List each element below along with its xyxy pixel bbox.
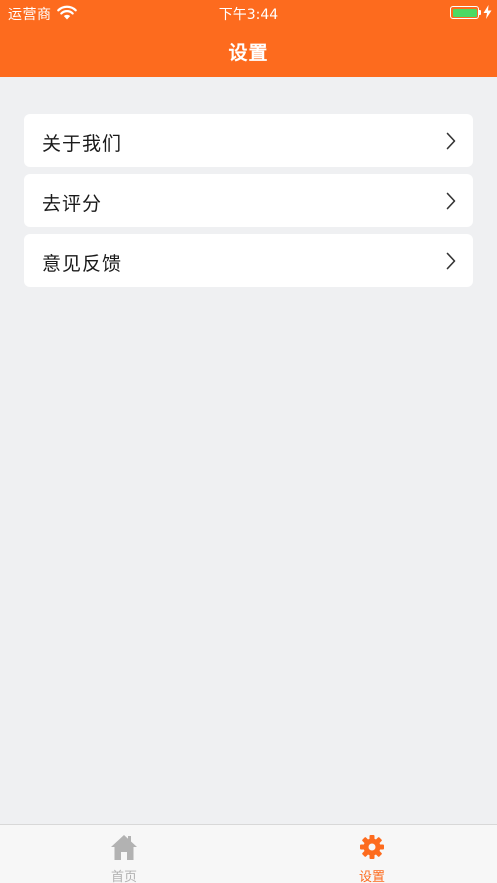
chevron-right-icon [446, 192, 456, 210]
battery-icon [450, 6, 479, 19]
battery-nub [479, 10, 481, 15]
tab-bar: 首页 设置 [0, 824, 497, 883]
chevron-right-icon [446, 132, 456, 150]
settings-screen: 运营商 下午3:44 设置 关于我们 去评分 意见反馈 首页 设置 [0, 0, 497, 883]
tab-home[interactable]: 首页 [0, 825, 248, 883]
battery-level [452, 8, 477, 17]
menu-item-label: 去评分 [42, 193, 103, 215]
tab-label: 首页 [110, 870, 137, 883]
menu-item-feedback[interactable]: 意见反馈 [24, 234, 473, 287]
header: 运营商 下午3:44 设置 [0, 0, 497, 77]
charging-bolt-icon [483, 5, 492, 19]
menu-item-rate[interactable]: 去评分 [24, 174, 473, 227]
status-bar: 运营商 下午3:44 [0, 0, 497, 26]
home-icon [111, 835, 137, 860]
tab-settings[interactable]: 设置 [248, 825, 496, 883]
page-title: 设置 [228, 42, 269, 64]
menu-item-label: 关于我们 [42, 133, 123, 155]
status-time: 下午3:44 [218, 7, 279, 23]
chevron-right-icon [446, 252, 456, 270]
menu-item-label: 意见反馈 [42, 253, 123, 275]
gear-icon [360, 835, 384, 859]
tab-label: 设置 [358, 870, 385, 883]
menu-item-about-us[interactable]: 关于我们 [24, 114, 473, 167]
